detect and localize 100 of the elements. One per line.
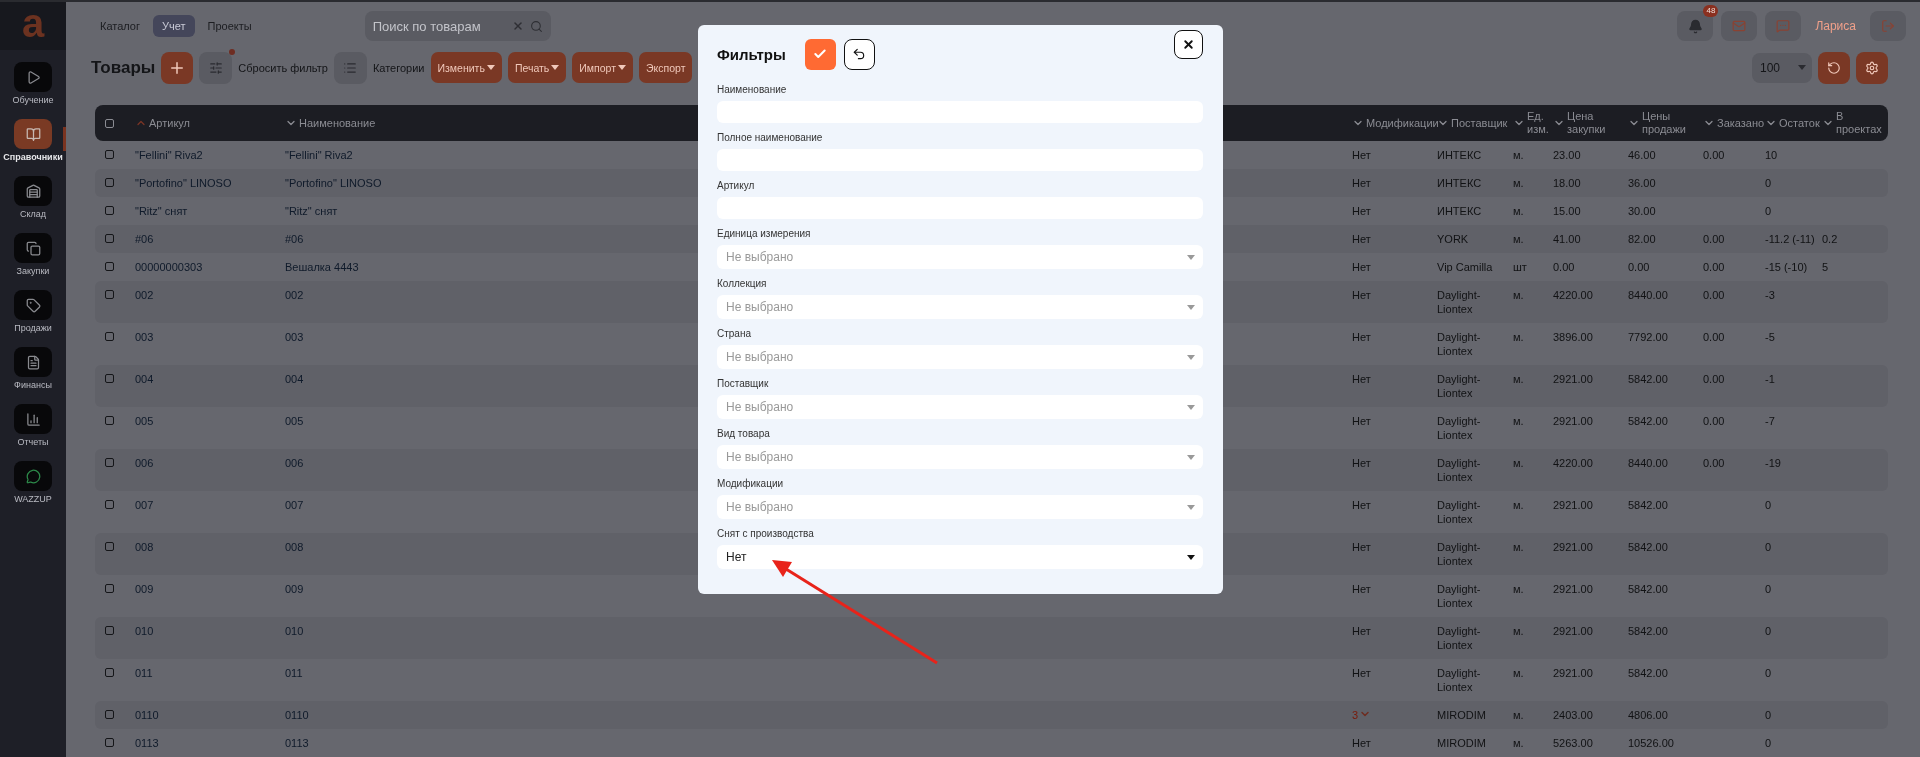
checkbox[interactable] bbox=[105, 584, 114, 593]
table-cell: Daylight-Liontex bbox=[1437, 331, 1481, 357]
table-cell: 0 bbox=[1765, 709, 1772, 721]
column-header[interactable]: Цены продажи bbox=[1642, 110, 1700, 136]
caret-icon bbox=[1187, 404, 1195, 410]
list-button[interactable] bbox=[333, 51, 367, 84]
table-cell: 006 bbox=[285, 457, 304, 469]
nav-item[interactable]: Закупки bbox=[0, 233, 66, 283]
table-cell: 010 bbox=[135, 625, 154, 637]
nav-item[interactable]: Продажи bbox=[0, 290, 66, 340]
dropdown-field[interactable]: Не выбрано bbox=[717, 395, 1203, 419]
close-button[interactable] bbox=[1174, 30, 1203, 59]
nav-tab[interactable]: Каталог bbox=[91, 15, 149, 38]
column-header[interactable]: Цена закупки bbox=[1567, 110, 1625, 136]
checkbox[interactable] bbox=[105, 178, 114, 187]
checkbox[interactable] bbox=[105, 150, 114, 159]
search-bar[interactable]: Поиск по товарам bbox=[364, 11, 551, 42]
table-cell: м. bbox=[1513, 583, 1524, 595]
table-cell: м. bbox=[1513, 177, 1524, 189]
table-cell: Нет bbox=[1352, 204, 1371, 218]
page-size-select[interactable]: 100 bbox=[1752, 52, 1812, 83]
action-button[interactable]: Изменить bbox=[430, 52, 502, 84]
table-cell: 010 bbox=[285, 625, 304, 637]
page-title: Товары bbox=[91, 57, 156, 78]
dropdown-field[interactable]: Не выбрано bbox=[717, 245, 1203, 269]
action-button[interactable]: Экспорт bbox=[639, 52, 693, 84]
column-header[interactable]: Остаток bbox=[1779, 116, 1820, 130]
table-cell: MIRODIM bbox=[1437, 709, 1486, 721]
dropdown-field[interactable]: Не выбрано bbox=[717, 445, 1203, 469]
caret-icon bbox=[618, 65, 626, 71]
table-cell: Daylight-Liontex bbox=[1437, 541, 1481, 567]
table-cell: 0110 bbox=[135, 709, 159, 721]
add-button[interactable] bbox=[161, 51, 194, 84]
column-header[interactable]: Заказано bbox=[1717, 116, 1765, 130]
checkbox[interactable] bbox=[105, 626, 114, 635]
table-cell: 0 bbox=[1765, 205, 1772, 217]
checkbox[interactable] bbox=[105, 374, 114, 383]
field-label: Поставщик bbox=[717, 378, 770, 390]
table-cell: "Ritz" снят bbox=[285, 205, 338, 217]
checkbox[interactable] bbox=[105, 206, 114, 215]
table-cell: 0 bbox=[1765, 541, 1772, 553]
dropdown-field[interactable]: Не выбрано bbox=[717, 495, 1203, 519]
field-label: Единица измерения bbox=[717, 228, 812, 240]
checkbox[interactable] bbox=[105, 500, 114, 509]
reset-filter-link[interactable]: Сбросить фильтр bbox=[238, 61, 328, 74]
settings-button[interactable] bbox=[1856, 51, 1888, 84]
user-name[interactable]: Лариса bbox=[1809, 19, 1862, 34]
notifications-button[interactable] bbox=[1677, 11, 1714, 42]
table-cell: 2403.00 bbox=[1553, 709, 1593, 721]
table-cell: 0.00 bbox=[1628, 261, 1650, 273]
column-header[interactable]: Ед. изм. bbox=[1527, 110, 1550, 136]
apply-button[interactable] bbox=[804, 38, 836, 70]
nav-tab[interactable]: Проекты bbox=[198, 15, 261, 38]
mail-icon bbox=[1732, 19, 1747, 34]
checkbox[interactable] bbox=[105, 416, 114, 425]
table-cell: 8440.00 bbox=[1628, 457, 1668, 469]
checkbox[interactable] bbox=[105, 118, 114, 128]
refresh-icon bbox=[1827, 60, 1841, 75]
dropdown-field[interactable]: Не выбрано bbox=[717, 345, 1203, 369]
table-cell: 5842.00 bbox=[1628, 415, 1668, 427]
search-icon[interactable] bbox=[529, 19, 543, 33]
refresh-button[interactable] bbox=[1818, 51, 1850, 84]
nav-item[interactable]: Финансы bbox=[0, 347, 66, 397]
checkbox[interactable] bbox=[105, 290, 114, 299]
action-button[interactable]: Печать bbox=[507, 52, 567, 84]
checkbox[interactable] bbox=[105, 332, 114, 341]
column-header[interactable]: Наименование bbox=[299, 116, 376, 130]
nav-item[interactable]: Справочники bbox=[0, 119, 66, 169]
checkbox[interactable] bbox=[105, 234, 114, 243]
categories-link[interactable]: Категории bbox=[372, 61, 425, 74]
nav-tab[interactable]: Учет bbox=[153, 15, 195, 38]
table-cell: м. bbox=[1513, 289, 1524, 301]
checkbox[interactable] bbox=[105, 542, 114, 551]
dropdown-field[interactable]: Нет bbox=[717, 545, 1203, 569]
search-field[interactable]: Поиск по товарам bbox=[372, 18, 506, 34]
column-header[interactable]: Модификации bbox=[1366, 116, 1439, 130]
table-cell: 007 bbox=[135, 499, 154, 511]
nav-item[interactable]: WAZZUP bbox=[0, 461, 66, 511]
nav-item[interactable]: Отчеты bbox=[0, 404, 66, 454]
checkbox[interactable] bbox=[105, 262, 114, 271]
action-button[interactable]: Импорт bbox=[572, 52, 633, 84]
clear-icon[interactable] bbox=[511, 20, 524, 33]
column-header[interactable]: Поставщик bbox=[1451, 116, 1508, 130]
nav-item[interactable]: Обучение bbox=[0, 62, 66, 112]
checkbox[interactable] bbox=[105, 710, 114, 719]
table-cell: 2921.00 bbox=[1553, 583, 1593, 595]
dropdown-field[interactable]: Не выбрано bbox=[717, 295, 1203, 319]
filter-button[interactable] bbox=[199, 51, 233, 84]
table-cell: Vip Camilla bbox=[1437, 261, 1493, 273]
list-icon bbox=[343, 60, 358, 75]
checkbox[interactable] bbox=[105, 668, 114, 677]
table-cell: 18.00 bbox=[1553, 177, 1581, 189]
checkbox[interactable] bbox=[105, 738, 114, 747]
column-header[interactable]: Артикул bbox=[149, 116, 190, 130]
table-cell: Нет bbox=[1352, 176, 1371, 190]
table-cell: 41.00 bbox=[1553, 233, 1581, 245]
column-header[interactable]: В проектах bbox=[1836, 110, 1885, 136]
checkbox[interactable] bbox=[105, 458, 114, 467]
reset-button[interactable] bbox=[843, 38, 875, 70]
nav-item[interactable]: Склад bbox=[0, 176, 66, 226]
